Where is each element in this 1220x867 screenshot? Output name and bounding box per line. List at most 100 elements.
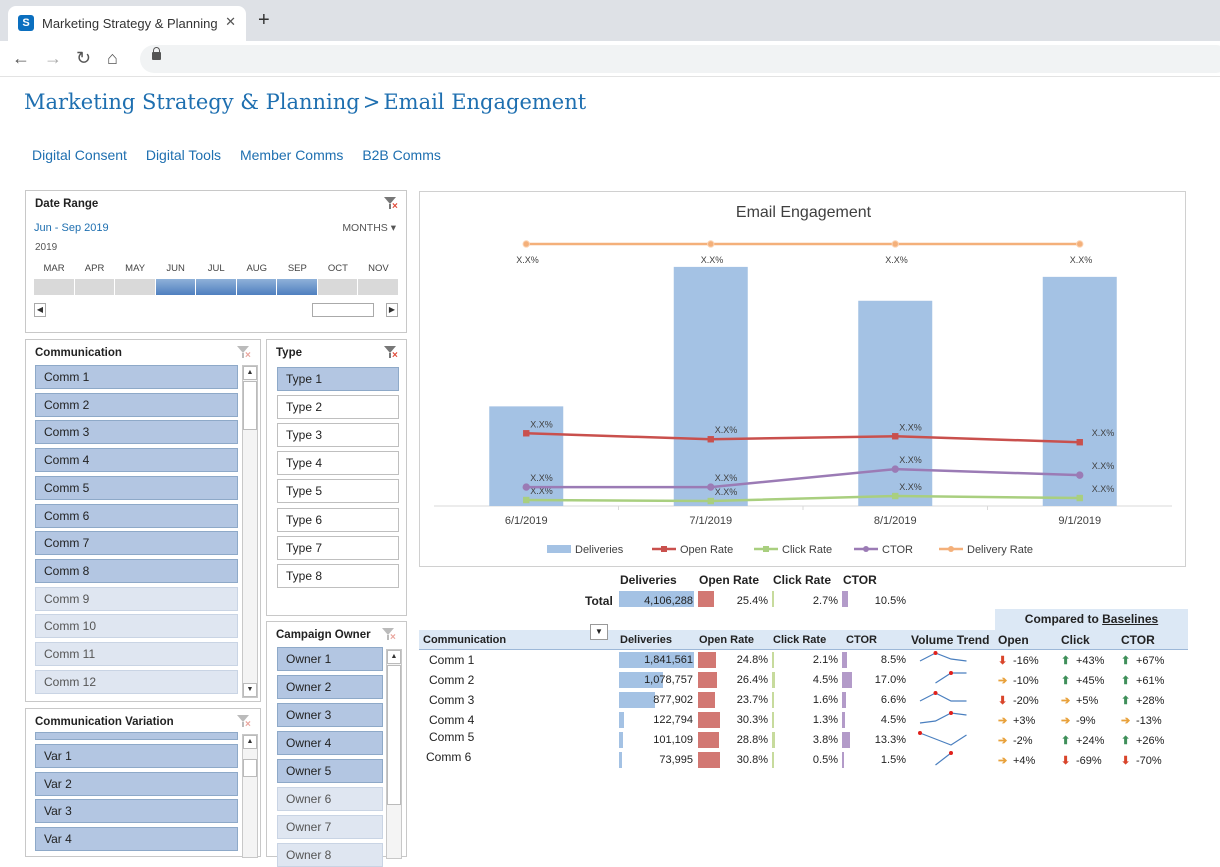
timeline-bar[interactable] — [34, 279, 399, 295]
campaign-owner-item[interactable]: Owner 2 — [277, 675, 383, 699]
communication-filter-button[interactable]: ▼ — [590, 624, 608, 640]
scroll-up-icon[interactable]: ▲ — [243, 735, 257, 749]
timeline-scrollbar[interactable]: ◀ ▶ — [34, 303, 399, 317]
list-item-partial[interactable] — [35, 732, 238, 740]
table-row-label[interactable]: Comm 1 — [429, 653, 474, 667]
clear-filter-icon[interactable]: × — [384, 197, 398, 212]
type-item[interactable]: Type 3 — [277, 423, 399, 448]
communication-variation-item[interactable]: Var 1 — [35, 744, 238, 768]
table-row-label[interactable]: Comm 6 — [426, 750, 471, 764]
campaign-owner-scrollbar[interactable]: ▲ — [386, 649, 402, 859]
timeline-month-cell[interactable] — [115, 279, 156, 295]
close-tab-icon[interactable]: ✕ — [225, 14, 236, 30]
scroll-thumb[interactable] — [243, 381, 257, 430]
nav-link-member-comms[interactable]: Member Comms — [240, 147, 343, 163]
communication-variation-item[interactable]: Var 2 — [35, 771, 238, 796]
address-bar[interactable] — [140, 45, 1220, 73]
timeline-month-cell[interactable] — [358, 279, 399, 295]
baselines-link[interactable]: Baselines — [1102, 612, 1158, 626]
delivery-rate-data-label: X.X% — [885, 255, 908, 265]
scroll-up-icon[interactable]: ▲ — [243, 366, 257, 380]
communication-scrollbar[interactable]: ▲ ▼ — [242, 365, 258, 698]
communication-variation-scrollbar[interactable]: ▲ — [242, 734, 258, 858]
communication-item[interactable]: Comm 3 — [35, 420, 238, 445]
clear-filter-icon[interactable]: × — [237, 346, 251, 361]
legend-marker-delivery-rate — [948, 546, 954, 552]
type-item[interactable]: Type 5 — [277, 479, 399, 504]
table-row-label[interactable]: Comm 5 — [429, 730, 474, 744]
nav-link-digital-tools[interactable]: Digital Tools — [146, 147, 221, 163]
home-icon[interactable]: ⌂ — [107, 48, 118, 68]
back-icon[interactable]: ← — [12, 48, 30, 68]
type-item[interactable]: Type 2 — [277, 395, 399, 420]
timeline-month-cell[interactable] — [155, 279, 197, 295]
campaign-owner-item[interactable]: Owner 5 — [277, 759, 383, 783]
timeline-scroll-thumb[interactable] — [312, 303, 374, 317]
volume-trend-sparkline — [919, 710, 967, 724]
timeline-month-label: JUL — [207, 263, 225, 274]
reload-icon[interactable]: ↻ — [76, 48, 91, 68]
type-item[interactable]: Type 7 — [277, 535, 399, 560]
type-item[interactable]: Type 8 — [277, 563, 399, 588]
timeline-month-cell[interactable] — [34, 279, 75, 295]
campaign-owner-item[interactable]: Owner 1 — [277, 647, 383, 671]
scroll-up-icon[interactable]: ▲ — [387, 650, 401, 664]
timeline-month-cell[interactable] — [236, 279, 278, 295]
communication-item[interactable]: Comm 5 — [35, 475, 238, 500]
clear-filter-icon[interactable]: × — [382, 628, 396, 643]
timeline-month-cell[interactable] — [277, 279, 318, 295]
campaign-owner-item[interactable]: Owner 7 — [277, 815, 383, 839]
campaign-owner-item[interactable]: Owner 4 — [277, 731, 383, 755]
timeline-month-cell[interactable] — [74, 279, 116, 295]
clear-filter-icon[interactable]: × — [384, 346, 398, 361]
scroll-thumb[interactable] — [243, 759, 257, 777]
scroll-right-icon[interactable]: ▶ — [386, 303, 398, 317]
communication-variation-item[interactable]: Var 3 — [35, 799, 238, 824]
communication-variation-item[interactable]: Var 4 — [35, 827, 238, 852]
communication-item[interactable]: Comm 9 — [35, 586, 238, 611]
clear-filter-icon[interactable]: × — [237, 715, 251, 730]
campaign-owner-item[interactable]: Owner 3 — [277, 703, 383, 727]
scroll-down-icon[interactable]: ▼ — [243, 683, 257, 697]
scroll-thumb[interactable] — [387, 665, 401, 805]
campaign-owner-title: Campaign Owner — [276, 629, 371, 641]
scroll-left-icon[interactable]: ◀ — [34, 303, 46, 317]
click-rate-marker — [523, 496, 530, 504]
timeline-year: 2019 — [35, 242, 58, 253]
type-item[interactable]: Type 6 — [277, 507, 399, 532]
campaign-owner-item[interactable]: Owner 6 — [277, 787, 383, 811]
table-row-label[interactable]: Comm 3 — [429, 693, 474, 707]
timeline-month-cell[interactable] — [196, 279, 237, 295]
table-row-label[interactable]: Comm 2 — [429, 673, 474, 687]
campaign-owner-item[interactable]: Owner 8 — [277, 843, 383, 867]
communication-item[interactable]: Comm 4 — [35, 448, 238, 473]
communication-item[interactable]: Comm 10 — [35, 614, 238, 639]
communication-item[interactable]: Comm 1 — [35, 365, 238, 389]
timeline-granularity-dropdown[interactable]: MONTHS ▾ — [342, 222, 396, 234]
nav-link-digital-consent[interactable]: Digital Consent — [32, 147, 127, 163]
legend-label-click-rate: Click Rate — [782, 544, 832, 556]
communication-item[interactable]: Comm 7 — [35, 531, 238, 556]
timeline-month-label: MAY — [125, 263, 146, 274]
new-tab-icon[interactable]: + — [258, 10, 270, 30]
browser-tab[interactable]: S Marketing Strategy & Planning - ✕ — [8, 6, 246, 41]
communication-item[interactable]: Comm 2 — [35, 392, 238, 417]
legend-swatch-deliveries — [547, 545, 571, 553]
nav-link-b2b-comms[interactable]: B2B Comms — [362, 147, 441, 163]
cell-open-rate: 26.4% — [736, 673, 768, 686]
communication-item[interactable]: Comm 6 — [35, 503, 238, 528]
communication-item[interactable]: Comm 11 — [35, 642, 238, 666]
communication-item[interactable]: Comm 8 — [35, 558, 238, 583]
legend-marker-open-rate — [661, 546, 667, 552]
type-item[interactable]: Type 4 — [277, 451, 399, 476]
delivery-rate-marker — [707, 240, 715, 248]
timeline-month-cell[interactable] — [317, 279, 359, 295]
comparison-open: ⬇ -16% — [998, 654, 1039, 667]
table-row-label[interactable]: Comm 4 — [429, 713, 474, 727]
forward-icon[interactable]: → — [44, 48, 62, 68]
communication-item[interactable]: Comm 12 — [35, 669, 238, 694]
type-item[interactable]: Type 1 — [277, 367, 399, 391]
breadcrumb-parent[interactable]: Marketing Strategy & Planning — [24, 90, 360, 114]
comparison-value: +45% — [1076, 674, 1105, 687]
timeline-month-label: SEP — [287, 263, 307, 274]
